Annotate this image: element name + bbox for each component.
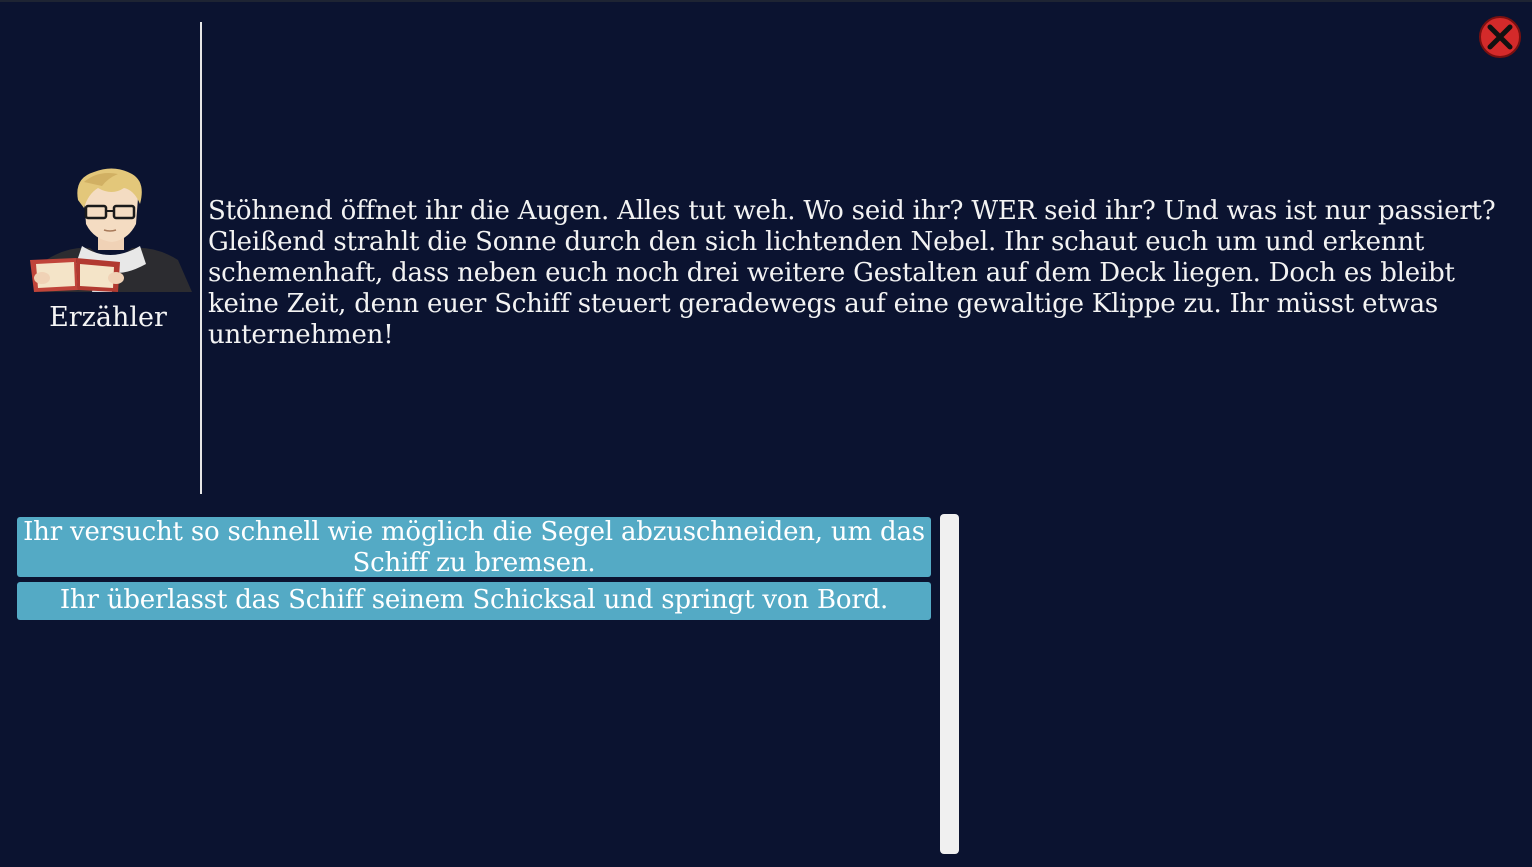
narrator-portrait-icon [28, 168, 194, 292]
speaker-name: Erzähler [49, 302, 167, 333]
top-edge-line [0, 0, 1532, 2]
choice-button-jump-overboard[interactable]: Ihr überlasst das Schiff seinem Schicksa… [17, 582, 931, 620]
choice-button-cut-sails[interactable]: Ihr versucht so schnell wie möglich die … [17, 517, 931, 578]
speaker-divider [200, 22, 202, 494]
choice-list: Ihr versucht so schnell wie möglich die … [17, 517, 931, 625]
dialogue-text: Stöhnend öffnet ihr die Augen. Alles tut… [208, 196, 1496, 350]
close-icon [1479, 16, 1521, 58]
choice-scrollbar[interactable] [940, 514, 959, 854]
speaker-panel: Erzähler [0, 0, 200, 500]
close-button[interactable] [1478, 15, 1522, 59]
